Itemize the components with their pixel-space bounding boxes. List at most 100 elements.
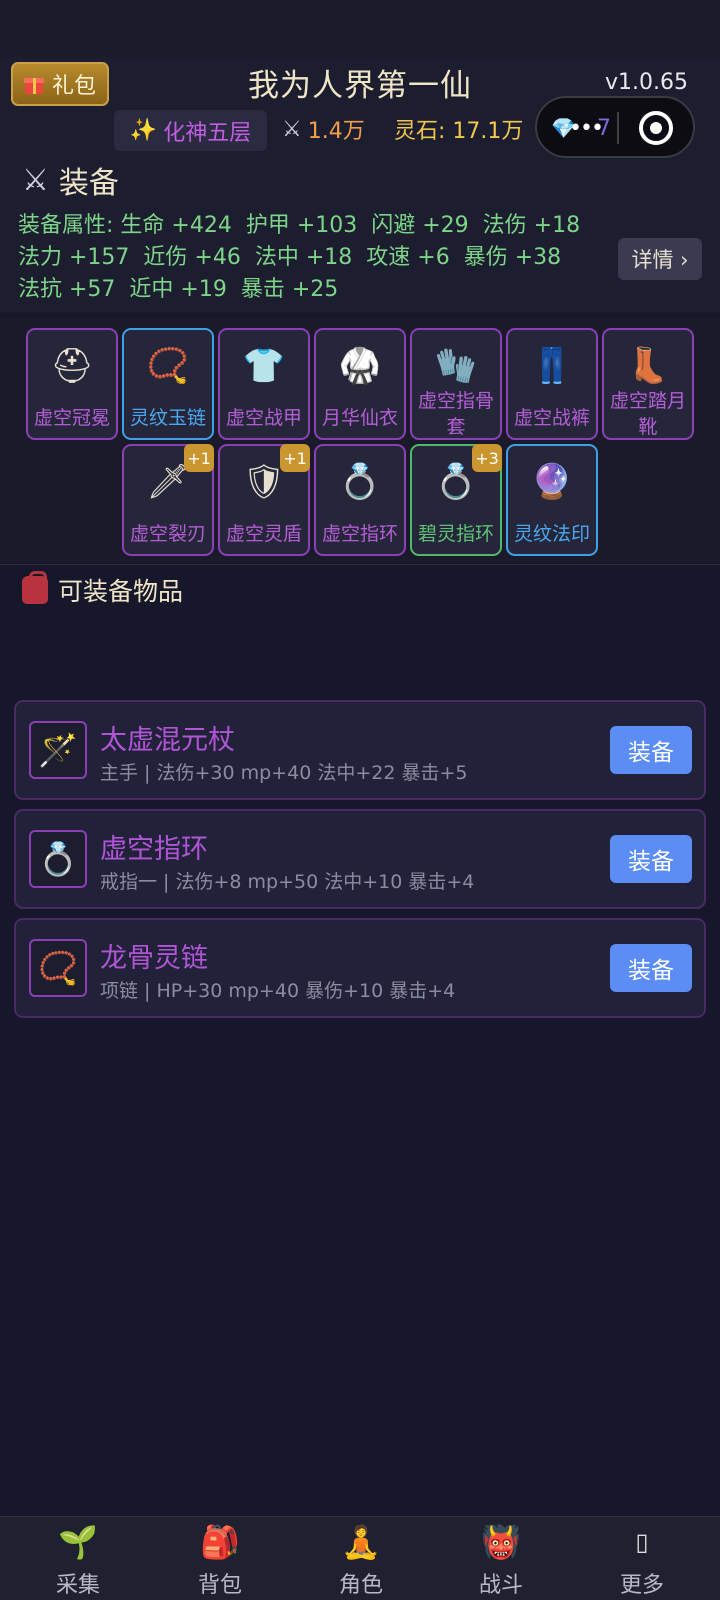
equip-button[interactable]: 装备 (610, 944, 692, 992)
item-attrs: 主手 | 法伤+30 mp+40 法中+22 暴击+5 (100, 762, 468, 784)
power-value: 1.4万 (307, 119, 365, 144)
stat: 暴击 +25 (240, 277, 339, 302)
stat: 闪避 +29 (371, 213, 469, 238)
equipment-header: ⚔ 装备 (22, 158, 119, 202)
slot-ring-2[interactable]: 💍 +3 碧灵指环 (410, 444, 502, 556)
mini-program-capsule[interactable]: 💎 ••• 7 (535, 96, 695, 158)
slot-name: 灵纹玉链 (129, 407, 206, 429)
slot-name: 虚空裂刃 (129, 523, 206, 545)
enhance-badge: +1 (184, 444, 214, 472)
item-name: 龙骨灵链 (100, 943, 208, 974)
realm-badge: ✨ 化神五层 (114, 110, 267, 151)
ring-icon: 💍 (29, 830, 87, 888)
equip-button[interactable]: 装备 (610, 835, 692, 883)
equippable-title: 可装备物品 (58, 577, 184, 606)
item-attrs: 戒指一 | 法伤+8 mp+50 法中+10 暴击+4 (100, 871, 475, 893)
slot-armor[interactable]: 👕 虚空战甲 (218, 328, 310, 440)
details-button[interactable]: 详情 › (618, 238, 702, 280)
stat: 法伤 +18 (482, 213, 581, 238)
slot-robe[interactable]: 🥋 月华仙衣 (314, 328, 406, 440)
stat: 法抗 +57 (18, 277, 116, 302)
stat: 近中 +19 (129, 277, 227, 302)
stats-line-2: 法力 +157 近伤 +46 法中 +18 攻速 +6 暴伤 +38 (18, 242, 598, 274)
bottom-tab-bar: 🌱 采集 🎒 背包 🧘 角色 👹 战斗 ▯ 更多 (0, 1516, 720, 1600)
slot-shield[interactable]: 🛡 +1 虚空灵盾 (218, 444, 310, 556)
item-attrs: 项链 | HP+30 mp+40 暴伤+10 暴击+4 (100, 980, 456, 1002)
slot-name: 虚空战裤 (513, 407, 590, 429)
boot-icon: 👢 (626, 346, 670, 386)
slot-name: 碧灵指环 (417, 523, 494, 545)
tab-backpack[interactable]: 🎒 背包 (148, 1517, 292, 1600)
bead-necklace-icon: 📿 (146, 346, 190, 386)
stats-line-1: 装备属性: 生命 +424 护甲 +103 闪避 +29 法伤 +18 (18, 210, 598, 242)
tab-label: 背包 (197, 1573, 242, 1598)
slot-gloves[interactable]: 🧤 虚空指骨套 (410, 328, 502, 440)
version-label: v1.0.65 (605, 70, 688, 95)
equipment-title: 装备 (58, 166, 119, 201)
tab-label: 更多 (619, 1573, 664, 1598)
capsule-divider (617, 112, 619, 144)
close-target-icon[interactable] (639, 111, 673, 145)
slot-boots[interactable]: 👢 虚空踏月靴 (602, 328, 694, 440)
crystal-ball-icon: 🔮 (530, 462, 574, 502)
oni-mask-icon: 👹 (481, 1523, 521, 1561)
capsule-value: 7 (597, 116, 611, 141)
slot-name: 虚空灵盾 (225, 523, 302, 545)
tab-battle[interactable]: 👹 战斗 (429, 1517, 573, 1600)
realm-label: 化神五层 (163, 120, 252, 146)
item-name: 虚空指环 (100, 834, 208, 865)
stat: 近伤 +46 (143, 245, 241, 270)
equippable-header: 可装备物品 (22, 571, 184, 608)
stat: 护甲 +103 (245, 213, 358, 238)
more-icon: ▯ (635, 1528, 649, 1556)
backpack-icon (22, 571, 48, 604)
slot-name: 虚空冠冕 (33, 407, 110, 429)
tab-more[interactable]: ▯ 更多 (570, 1517, 714, 1600)
slot-pants[interactable]: 👖 虚空战裤 (506, 328, 598, 440)
slot-necklace[interactable]: 📿 灵纹玉链 (122, 328, 214, 440)
tab-gather[interactable]: 🌱 采集 (6, 1517, 150, 1600)
status-bar (0, 0, 720, 58)
section-divider (0, 564, 720, 565)
magic-wand-icon: 🪄 (29, 721, 87, 779)
slot-name: 虚空战甲 (225, 407, 302, 429)
slot-name: 灵纹法印 (513, 523, 590, 545)
gloves-icon: 🧤 (434, 346, 478, 386)
stat: 法中 +18 (254, 245, 353, 270)
tab-label: 战斗 (478, 1573, 523, 1598)
stat: 暴伤 +38 (463, 245, 562, 270)
slot-name: 月华仙衣 (321, 407, 398, 429)
crossed-swords-icon: ⚔ (282, 116, 302, 142)
slot-seal[interactable]: 🔮 灵纹法印 (506, 444, 598, 556)
equipment-stats: 装备属性: 生命 +424 护甲 +103 闪避 +29 法伤 +18 法力 +… (18, 210, 598, 306)
ring-icon: 💍 (338, 462, 382, 502)
enhance-badge: +3 (472, 444, 502, 472)
tab-character[interactable]: 🧘 角色 (289, 1517, 433, 1600)
list-item: 💍 虚空指环 戒指一 | 法伤+8 mp+50 法中+10 暴击+4 装备 (14, 809, 706, 909)
equip-button[interactable]: 装备 (610, 726, 692, 774)
slot-name: 虚空指骨套 (418, 390, 495, 438)
stat: 装备属性: 生命 +424 (18, 213, 232, 238)
bead-necklace-icon: 📿 (29, 939, 87, 997)
item-name: 太虚混元杖 (100, 725, 235, 756)
spirit-stones: 灵石: 17.1万 (394, 119, 524, 144)
crossed-swords-icon: ⚔ (22, 162, 49, 198)
combat-power: ⚔ 1.4万 (282, 113, 365, 145)
shirt-icon: 👕 (242, 346, 286, 386)
tab-label: 采集 (55, 1573, 100, 1598)
slot-ring-1[interactable]: 💍 虚空指环 (314, 444, 406, 556)
seedling-icon: 🌱 (58, 1523, 98, 1561)
martial-robe-icon: 🥋 (338, 346, 382, 386)
slot-weapon[interactable]: 🗡 +1 虚空裂刃 (122, 444, 214, 556)
slot-helmet[interactable]: ⛑ 虚空冠冕 (26, 328, 118, 440)
sparkle-icon: ✨ (129, 118, 158, 143)
tab-label: 角色 (338, 1573, 383, 1598)
backpack-icon: 🎒 (200, 1523, 240, 1561)
jeans-icon: 👖 (530, 346, 574, 386)
stats-line-3: 法抗 +57 近中 +19 暴击 +25 (18, 274, 598, 306)
stat: 攻速 +6 (366, 245, 450, 270)
meditation-icon: 🧘 (341, 1523, 381, 1561)
stat: 法力 +157 (18, 245, 130, 270)
list-item: 🪄 太虚混元杖 主手 | 法伤+30 mp+40 法中+22 暴击+5 装备 (14, 700, 706, 800)
slot-name: 虚空指环 (321, 523, 398, 545)
